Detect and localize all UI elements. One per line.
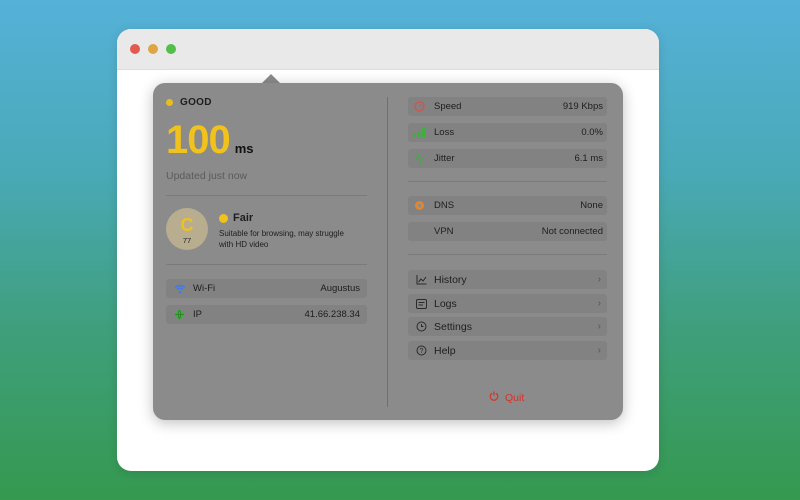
loss-row: Loss 0.0% <box>408 123 607 142</box>
grade-title: Fair <box>219 212 253 224</box>
dns-icon <box>413 200 425 212</box>
wifi-value: Augustus <box>320 283 360 294</box>
vpn-row: VPN Not connected <box>408 222 607 241</box>
jitter-label: Jitter <box>434 153 455 164</box>
wifi-label: Wi-Fi <box>193 283 216 294</box>
quit-button[interactable]: Quit <box>489 391 524 404</box>
minimize-window-button[interactable] <box>148 44 158 54</box>
divider <box>166 195 367 196</box>
ip-label: IP <box>193 309 202 320</box>
menu-item-settings[interactable]: Settings › <box>408 317 607 336</box>
menu-item-history[interactable]: History › <box>408 270 607 289</box>
waveform-icon <box>413 153 425 165</box>
title-bar <box>117 29 659 70</box>
divider <box>408 254 607 255</box>
updated-label: Updated just now <box>166 170 248 182</box>
menu-item-help[interactable]: ? Help › <box>408 341 607 360</box>
network-popover: GOOD 100 ms Updated just now C 77 Fair S… <box>153 83 623 420</box>
chevron-right-icon: › <box>597 298 601 309</box>
latency-unit: ms <box>234 141 254 156</box>
chevron-right-icon: › <box>597 274 601 285</box>
chevron-right-icon: › <box>597 345 601 356</box>
latency-display: 100 ms <box>166 118 254 163</box>
grade-dot-icon <box>219 213 228 223</box>
dns-label: DNS <box>434 200 455 211</box>
power-icon <box>489 391 499 404</box>
vpn-label: VPN <box>434 226 454 237</box>
divider <box>408 181 607 182</box>
vpn-icon <box>413 226 425 238</box>
menu-label-help: Help <box>434 344 456 357</box>
speed-row: Speed 919 Kbps <box>408 97 607 116</box>
chevron-right-icon: › <box>597 321 601 332</box>
quit-label: Quit <box>505 391 525 404</box>
vpn-value: Not connected <box>541 226 603 237</box>
ip-row: IP 41.66.238.34 <box>166 305 367 324</box>
latency-value: 100 <box>166 118 231 162</box>
list-icon <box>415 298 427 310</box>
bars-icon <box>413 127 425 139</box>
speed-label: Speed <box>434 101 462 112</box>
ip-value: 41.66.238.34 <box>304 309 360 320</box>
dns-value: None <box>580 200 603 211</box>
gear-icon <box>415 321 427 333</box>
speedometer-icon <box>413 101 425 113</box>
wifi-icon <box>173 282 186 295</box>
loss-value: 0.0% <box>581 127 603 138</box>
status-label: GOOD <box>180 97 212 108</box>
column-divider <box>387 97 388 407</box>
question-icon: ? <box>415 345 427 357</box>
svg-text:?: ? <box>419 348 423 355</box>
loss-label: Loss <box>434 127 455 138</box>
grade-description: Suitable for browsing, may struggle with… <box>219 229 344 249</box>
grade-label: Fair <box>233 212 254 224</box>
menu-item-logs[interactable]: Logs › <box>408 294 607 313</box>
globe-icon <box>173 308 186 321</box>
zoom-window-button[interactable] <box>166 44 176 54</box>
menu-label-settings: Settings <box>434 320 472 333</box>
grade-score: 77 <box>182 236 192 245</box>
jitter-value: 6.1 ms <box>574 153 603 164</box>
chart-icon <box>415 274 427 286</box>
grade-badge: C 77 <box>166 208 208 250</box>
grade-letter: C <box>180 215 194 235</box>
wifi-row: Wi-Fi Augustus <box>166 279 367 298</box>
dns-row: DNS None <box>408 196 607 215</box>
close-window-button[interactable] <box>130 44 140 54</box>
menu-label-logs: Logs <box>434 297 457 310</box>
connection-status: GOOD <box>166 97 212 108</box>
status-dot-icon <box>166 99 173 106</box>
jitter-row: Jitter 6.1 ms <box>408 149 607 168</box>
speed-value: 919 Kbps <box>562 101 603 112</box>
menu-label-history: History <box>434 273 467 286</box>
divider <box>166 264 367 265</box>
